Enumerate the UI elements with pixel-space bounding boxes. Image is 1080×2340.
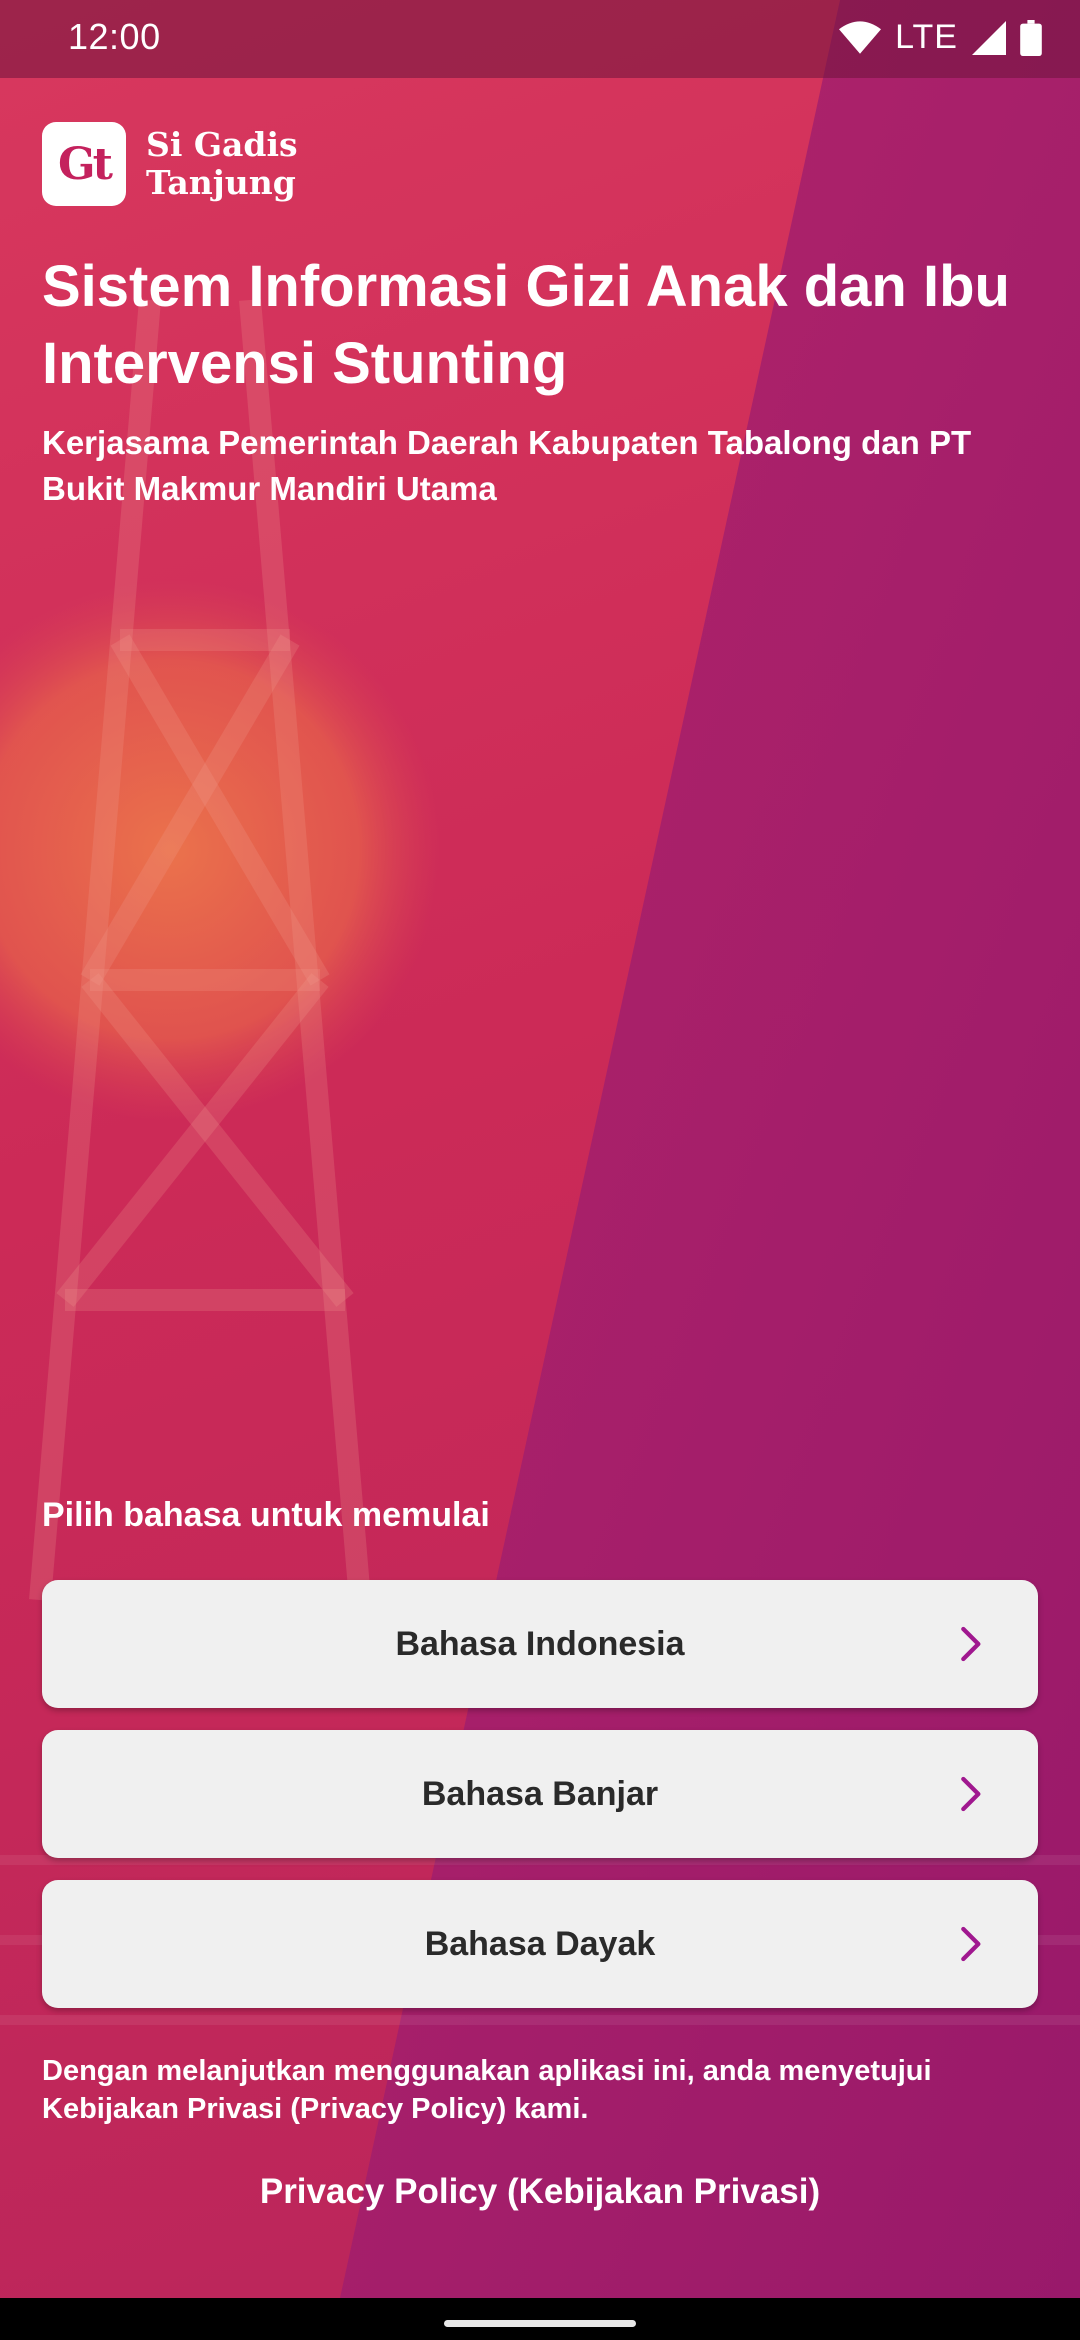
status-icons: LTE	[839, 18, 1042, 57]
app-name: Si Gadis Tanjung	[146, 125, 298, 202]
status-bar: 12:00 LTE	[0, 0, 1080, 78]
language-button-dayak[interactable]: Bahasa Dayak	[42, 1880, 1038, 2008]
app-screen: 12:00 LTE Gt Si Gadis Tanjung Sistem Inf…	[0, 0, 1080, 2298]
app-logo: Gt	[42, 122, 126, 206]
wifi-icon	[839, 20, 882, 54]
cell-signal-icon	[972, 20, 1006, 55]
page-title: Sistem Informasi Gizi Anak dan Ibu Inter…	[42, 254, 1010, 396]
navigation-bar	[0, 2298, 1080, 2340]
language-button-indonesia[interactable]: Bahasa Indonesia	[42, 1580, 1038, 1708]
page-subtitle: Kerjasama Pemerintah Daerah Kabupaten Ta…	[42, 424, 972, 507]
app-brand: Gt Si Gadis Tanjung	[42, 122, 346, 206]
battery-icon	[1020, 19, 1042, 56]
language-button-label: Bahasa Dayak	[424, 1924, 656, 1963]
logo-text: Gt	[58, 138, 113, 190]
home-gesture-handle[interactable]	[444, 2320, 636, 2327]
chevron-right-icon	[961, 1776, 981, 1812]
language-button-label: Bahasa Banjar	[421, 1774, 659, 1813]
language-prompt: Pilih bahasa untuk memulai	[42, 1496, 490, 1534]
chevron-right-icon	[961, 1626, 981, 1662]
language-button-label: Bahasa Indonesia	[395, 1624, 685, 1663]
language-button-banjar[interactable]: Bahasa Banjar	[42, 1730, 1038, 1858]
chevron-right-icon	[961, 1926, 981, 1962]
network-type: LTE	[895, 18, 958, 56]
status-time: 12:00	[68, 16, 161, 57]
privacy-policy-link[interactable]: Privacy Policy (Kebijakan Privasi)	[0, 2172, 1080, 2212]
consent-text: Dengan melanjutkan menggunakan aplikasi …	[42, 2055, 932, 2125]
